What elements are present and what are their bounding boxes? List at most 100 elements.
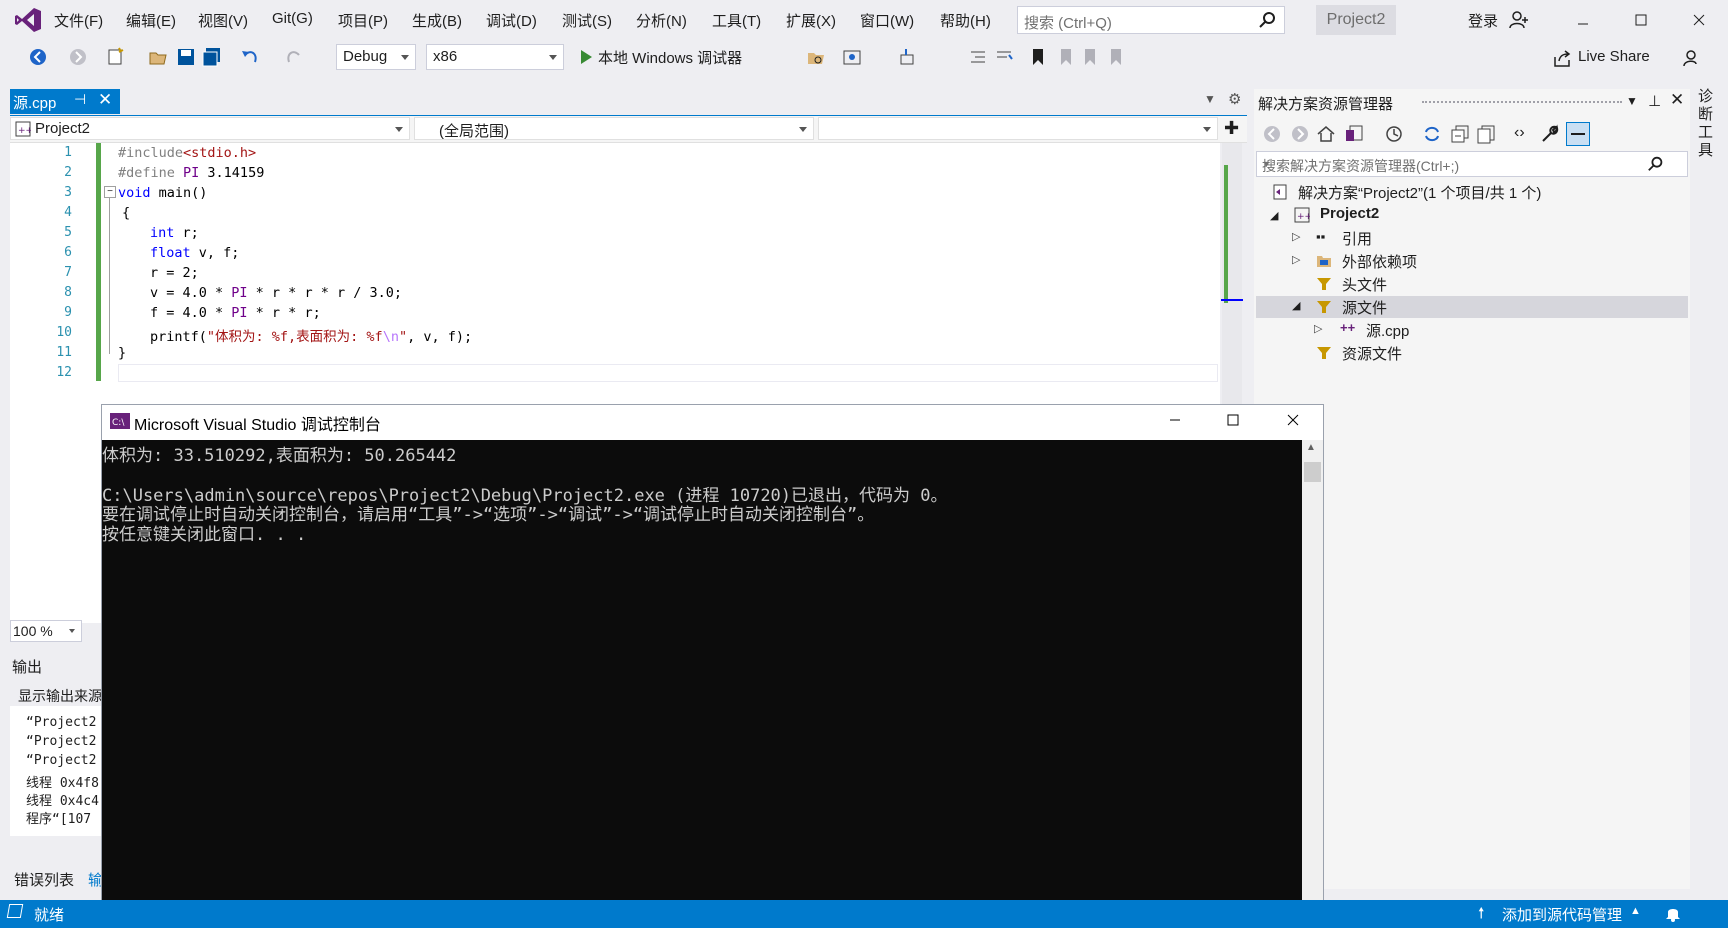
filter-folder-icon <box>1317 301 1331 313</box>
console-close-button[interactable] <box>1278 408 1308 432</box>
pin-icon[interactable]: ⊣ <box>74 91 86 108</box>
play-icon[interactable] <box>576 47 596 67</box>
chevron-down-icon <box>799 127 807 132</box>
menu-build[interactable]: 生成(B) <box>412 10 462 31</box>
chevron-down-icon <box>401 55 409 60</box>
tab-source-cpp[interactable]: 源.cpp ⊣ ✕ <box>10 89 120 114</box>
home-icon[interactable] <box>1316 124 1336 144</box>
code-line-7: r = 2; <box>150 265 199 281</box>
menu-debug[interactable]: 调试(D) <box>486 10 537 31</box>
console-scroll-thumb[interactable] <box>1304 462 1321 482</box>
menu-edit[interactable]: 编辑(E) <box>126 10 176 31</box>
menu-test[interactable]: 测试(S) <box>562 10 612 31</box>
notification-bell-icon[interactable] <box>1664 904 1682 922</box>
tab-overflow-icon[interactable]: ▼ <box>1204 92 1216 106</box>
step-icon[interactable] <box>898 47 918 67</box>
solution-search-input[interactable]: 搜索解决方案资源管理器(Ctrl+;) ▼ <box>1256 151 1688 177</box>
scroll-up-icon[interactable]: ▲ <box>1306 442 1316 453</box>
save-all-icon[interactable] <box>202 47 222 67</box>
prev-bookmark-icon[interactable] <box>1056 47 1076 67</box>
live-share-button[interactable]: Live Share <box>1578 48 1650 65</box>
source-files-label: 源文件 <box>1342 300 1388 317</box>
search-input[interactable]: 搜索 (Ctrl+Q) <box>1017 6 1285 34</box>
redo-icon[interactable] <box>284 47 304 67</box>
maximize-button[interactable] <box>1618 4 1664 36</box>
pin-icon[interactable]: ⊥ <box>1648 92 1661 110</box>
scope-select[interactable]: (全局范围) <box>414 117 814 140</box>
console-minimize-button[interactable] <box>1160 408 1190 432</box>
open-folder-icon[interactable] <box>148 47 168 67</box>
bookmark-icon[interactable] <box>1028 47 1048 67</box>
code-line-4: { <box>122 205 131 221</box>
close-button[interactable] <box>1676 4 1722 36</box>
new-project-icon[interactable] <box>106 47 126 67</box>
nav-scope-label: (全局范围) <box>439 123 509 140</box>
external-deps-label: 外部依赖项 <box>1342 254 1418 271</box>
line-number: 2 <box>64 165 72 180</box>
output-line: “Project2 <box>26 715 97 730</box>
close-icon[interactable]: ✕ <box>98 90 112 110</box>
code-view-icon[interactable]: ‹› <box>1514 124 1525 142</box>
outdent-icon[interactable] <box>968 47 988 67</box>
solution-explorer-title: 解决方案资源管理器 <box>1258 96 1394 113</box>
gear-icon[interactable]: ⚙ <box>1228 90 1241 108</box>
config-select[interactable]: Debug <box>336 44 416 70</box>
menu-git[interactable]: Git(G) <box>272 10 313 27</box>
member-select[interactable] <box>818 117 1218 140</box>
indent-icon[interactable] <box>994 47 1014 67</box>
expand-caret-icon[interactable]: ▷ <box>1314 322 1322 335</box>
menu-tools[interactable]: 工具(T) <box>712 10 761 31</box>
collapse-all-icon[interactable] <box>1450 124 1470 144</box>
minimize-button[interactable] <box>1560 4 1606 36</box>
menu-project[interactable]: 项目(P) <box>338 10 388 31</box>
show-all-files-icon[interactable] <box>1476 124 1496 144</box>
split-editor-icon[interactable]: ✚ <box>1224 118 1239 139</box>
menu-file[interactable]: 文件(F) <box>54 10 103 31</box>
close-icon[interactable]: ✕ <box>1670 90 1684 110</box>
project-scope-select[interactable]: ++ Project2 <box>10 117 410 140</box>
menu-window[interactable]: 窗口(W) <box>860 10 914 31</box>
back-icon[interactable] <box>28 47 48 67</box>
console-maximize-button[interactable] <box>1218 408 1248 432</box>
forward-icon[interactable] <box>1290 124 1310 144</box>
start-debugging-button[interactable]: 本地 Windows 调试器 <box>598 47 742 68</box>
screenshot-icon[interactable] <box>842 47 862 67</box>
menu-extensions[interactable]: 扩展(X) <box>786 10 836 31</box>
sync-icon[interactable] <box>1422 124 1442 144</box>
svg-text:++: ++ <box>1297 212 1310 222</box>
tab-error-list[interactable]: 错误列表 <box>14 869 74 890</box>
expand-caret-icon[interactable]: ◢ <box>1270 209 1278 222</box>
collapse-toggle[interactable]: − <box>104 186 116 198</box>
menu-analyze[interactable]: 分析(N) <box>636 10 687 31</box>
wrench-icon[interactable] <box>1540 124 1560 144</box>
browse-icon[interactable] <box>806 47 826 67</box>
forward-icon[interactable] <box>68 47 88 67</box>
expand-caret-icon[interactable]: ▷ <box>1292 253 1300 266</box>
config-value: Debug <box>343 48 388 65</box>
feedback-icon[interactable] <box>1682 48 1702 68</box>
code-line-10: printf("体积为: %f,表面积为: %f\n", v, f); <box>150 329 473 345</box>
code-line-6: float v, f; <box>150 245 240 261</box>
add-to-source-control-button[interactable]: 添加到源代码管理 <box>1502 904 1622 925</box>
expand-caret-icon[interactable]: ◢ <box>1292 299 1300 312</box>
switch-views-icon[interactable] <box>1344 124 1364 144</box>
back-icon[interactable] <box>1262 124 1282 144</box>
undo-icon[interactable] <box>240 47 260 67</box>
account-icon[interactable] <box>1508 9 1530 31</box>
zoom-select[interactable]: 100 % <box>10 620 82 642</box>
login-link[interactable]: 登录 <box>1468 10 1498 31</box>
expand-caret-icon[interactable]: ▷ <box>1292 230 1300 243</box>
diagnostic-tools-tab[interactable]: 诊断工具 <box>1698 88 1716 160</box>
chevron-down-icon[interactable]: ▼ <box>1626 94 1638 108</box>
platform-select[interactable]: x86 <box>426 44 564 70</box>
preview-toggle[interactable] <box>1566 122 1590 146</box>
menu-help[interactable]: 帮助(H) <box>940 10 991 31</box>
next-bookmark-icon[interactable] <box>1080 47 1100 67</box>
save-icon[interactable] <box>176 47 196 67</box>
console-scrollbar[interactable] <box>1302 440 1323 928</box>
references-label: 引用 <box>1342 231 1373 248</box>
pending-changes-icon[interactable] <box>1384 124 1404 144</box>
clear-bookmarks-icon[interactable] <box>1106 47 1126 67</box>
menu-view[interactable]: 视图(V) <box>198 10 248 31</box>
status-bar <box>0 900 1728 928</box>
